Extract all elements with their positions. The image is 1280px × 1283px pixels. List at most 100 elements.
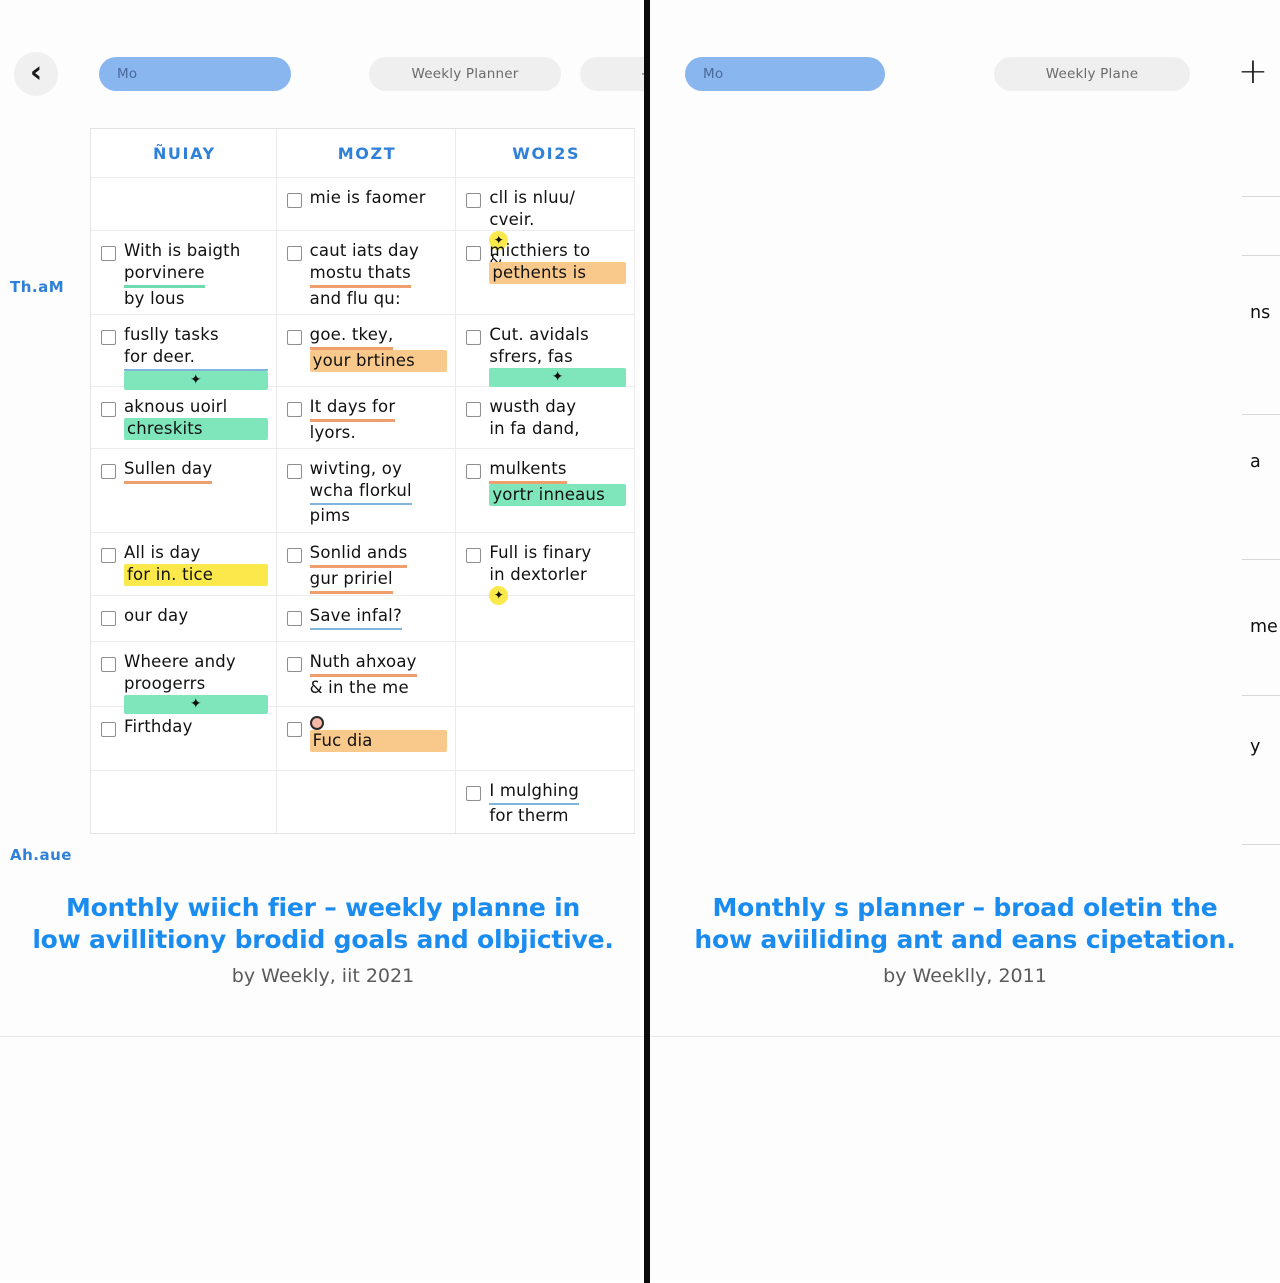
- task-cell[interactable]: wusth day in fa dand,: [456, 387, 635, 448]
- task-cell[interactable]: It days for lyors.: [277, 387, 457, 448]
- row-edge-label: ns: [1242, 256, 1280, 414]
- task-text-underlined: for deer.: [124, 346, 268, 371]
- task-cell[interactable]: Cut. avidals sfrers, fas ✦: [456, 315, 635, 387]
- task-cell[interactable]: wivting, oy wcha florkul pims: [277, 449, 457, 532]
- left-caption: Monthly wiich fier – weekly planne in lo…: [0, 892, 646, 987]
- table-row: y Your fluck is maay peadve to make the …: [1242, 696, 1280, 845]
- table-row: mie is faomer cll is nluu/ cveir. ✦ &: [91, 178, 635, 270]
- column-header-0: ÑUIAY: [91, 129, 277, 177]
- caption-title-line1: Monthly wiich fier – weekly planne in: [65, 893, 581, 922]
- cell-empty[interactable]: [456, 642, 635, 706]
- cell-empty[interactable]: [456, 596, 635, 641]
- cell-empty[interactable]: [91, 178, 277, 230]
- checkbox[interactable]: [101, 464, 116, 479]
- task-cell[interactable]: micthiers to pethents is: [456, 231, 635, 314]
- task-text-underlined: mostu thats: [309, 262, 411, 288]
- table-row: me ★ Buthding fo in ✦ ceriuues.: [1242, 560, 1280, 696]
- task-cell[interactable]: aknous uoirl chreskits: [91, 387, 277, 448]
- cell-empty[interactable]: [456, 707, 635, 770]
- table-row: Firthday Fuc dia: [91, 707, 635, 771]
- table-row: ns broad. goals falls; who al nanage, th…: [1242, 256, 1280, 415]
- task-cell[interactable]: All is day for in. tice: [91, 533, 277, 595]
- task-cell[interactable]: Nuth ahxoay & in the me: [277, 642, 457, 706]
- checkbox[interactable]: [101, 330, 116, 345]
- task-text: lyors.: [309, 422, 356, 442]
- task-text-underlined: Nuth ahxoay: [309, 651, 417, 677]
- task-cell[interactable]: Wheere andy proogerrs ✦: [91, 642, 277, 714]
- checkbox[interactable]: [101, 246, 116, 261]
- split-divider: [644, 0, 650, 1283]
- checkbox[interactable]: [466, 464, 482, 479]
- task-text: by lous: [124, 288, 185, 308]
- back-button[interactable]: ‹: [14, 52, 58, 96]
- table-row: our day Save infal?: [91, 596, 635, 642]
- tab-weekly-plane[interactable]: Weekly Plane: [994, 57, 1190, 91]
- tab-active-right[interactable]: Mo: [685, 57, 885, 91]
- tab-active-left[interactable]: Mo: [99, 57, 291, 91]
- checkbox[interactable]: [286, 464, 302, 479]
- task-cell[interactable]: mie is faomer: [277, 178, 457, 230]
- checkbox[interactable]: [101, 722, 116, 737]
- checkbox[interactable]: [286, 402, 302, 417]
- table-row: fuslly tasks for deer. ✦ goe. tkey, your…: [91, 315, 635, 390]
- task-text: our day: [124, 606, 189, 625]
- task-text-underlined: Sullen day: [124, 458, 213, 484]
- left-topbar: ‹ Mo Weekly Planner +: [0, 52, 646, 114]
- task-cell[interactable]: Full is finary in dextorler ✦: [456, 533, 635, 605]
- checkbox[interactable]: [286, 611, 302, 626]
- task-cell[interactable]: mulkents yortr inneaus: [456, 449, 635, 532]
- right-planner-panel: Mo Weekly Plane + monthly planner SURSDA…: [650, 0, 1280, 1036]
- task-cell[interactable]: fuslly tasks for deer. ✦: [91, 315, 277, 390]
- task-cell[interactable]: Save infal?: [277, 596, 457, 641]
- checkbox[interactable]: [286, 330, 302, 345]
- checkbox[interactable]: [286, 548, 302, 563]
- task-cell[interactable]: goe. tkey, your brtines: [277, 315, 457, 386]
- task-text: micthiers to: [489, 241, 591, 260]
- task-text-underlined: It days for: [309, 396, 396, 422]
- checkbox[interactable]: [101, 657, 116, 672]
- task-text-underlined: gur pririel: [309, 568, 393, 594]
- task-text-underlined: Save infal?: [309, 605, 402, 630]
- checkbox[interactable]: [466, 402, 482, 417]
- checkbox[interactable]: [286, 722, 302, 737]
- checkbox[interactable]: [101, 611, 116, 626]
- checkbox[interactable]: [286, 193, 302, 208]
- add-button[interactable]: +: [1231, 52, 1275, 96]
- task-cell[interactable]: Sullen day: [91, 449, 277, 532]
- tab-overflow-left[interactable]: +: [580, 57, 646, 91]
- task-cell[interactable]: I mulghing for therm: [456, 771, 635, 833]
- task-cell[interactable]: Sonlid ands gur pririel: [277, 533, 457, 595]
- checkbox[interactable]: [466, 193, 482, 208]
- table-row: Wheere andy proogerrs ✦ Nuth ahxoay & in…: [91, 642, 635, 714]
- weekly-planner-table: ÑUIAY MOZT WOI2S mie is faomer cll is nl…: [90, 128, 635, 834]
- right-caption: Monthly s planner – broad oletin the how…: [650, 892, 1280, 987]
- column-header-1: MOZT: [277, 129, 457, 177]
- task-cell[interactable]: our day: [91, 596, 277, 641]
- tab-weekly-planner[interactable]: Weekly Planner: [369, 57, 561, 91]
- task-text: Firthday: [124, 717, 193, 736]
- checkbox[interactable]: [466, 548, 482, 563]
- table-row: Sullen day wivting, oy wcha florkul pims: [91, 449, 635, 533]
- checkbox[interactable]: [286, 657, 302, 672]
- cell-empty[interactable]: [91, 771, 277, 833]
- checkbox[interactable]: [101, 402, 116, 417]
- checkbox[interactable]: [101, 548, 116, 563]
- task-cell[interactable]: caut iats day mostu thats and flu qu:: [277, 231, 457, 314]
- task-cell[interactable]: Fuc dia: [277, 707, 457, 770]
- checkbox[interactable]: [466, 786, 482, 801]
- row-edge-label: a: [1242, 415, 1280, 559]
- task-text: Cut. avidals: [489, 325, 589, 344]
- task-cell[interactable]: With is baigth porvinere by lous: [91, 231, 277, 314]
- table-row: I mulghing for therm: [91, 771, 635, 833]
- checkbox[interactable]: [466, 246, 482, 261]
- checkbox[interactable]: [466, 330, 482, 345]
- task-cell[interactable]: Firthday: [91, 707, 277, 770]
- table-row: aknous uoirl chreskits It days for lyors…: [91, 387, 635, 449]
- task-cell[interactable]: cll is nluu/ cveir. ✦ &: [456, 178, 635, 270]
- task-text: aknous uoirl: [124, 397, 228, 416]
- column-header-2: WOI2S: [456, 129, 635, 177]
- caption-title-line1: Monthly s planner – broad oletin the: [712, 893, 1218, 922]
- checkbox[interactable]: [286, 246, 302, 261]
- screenshot-root: ‹ Mo Weekly Planner + Th.aM Ah.aue ÑUIAY: [0, 0, 1280, 1283]
- cell-empty[interactable]: [277, 771, 457, 833]
